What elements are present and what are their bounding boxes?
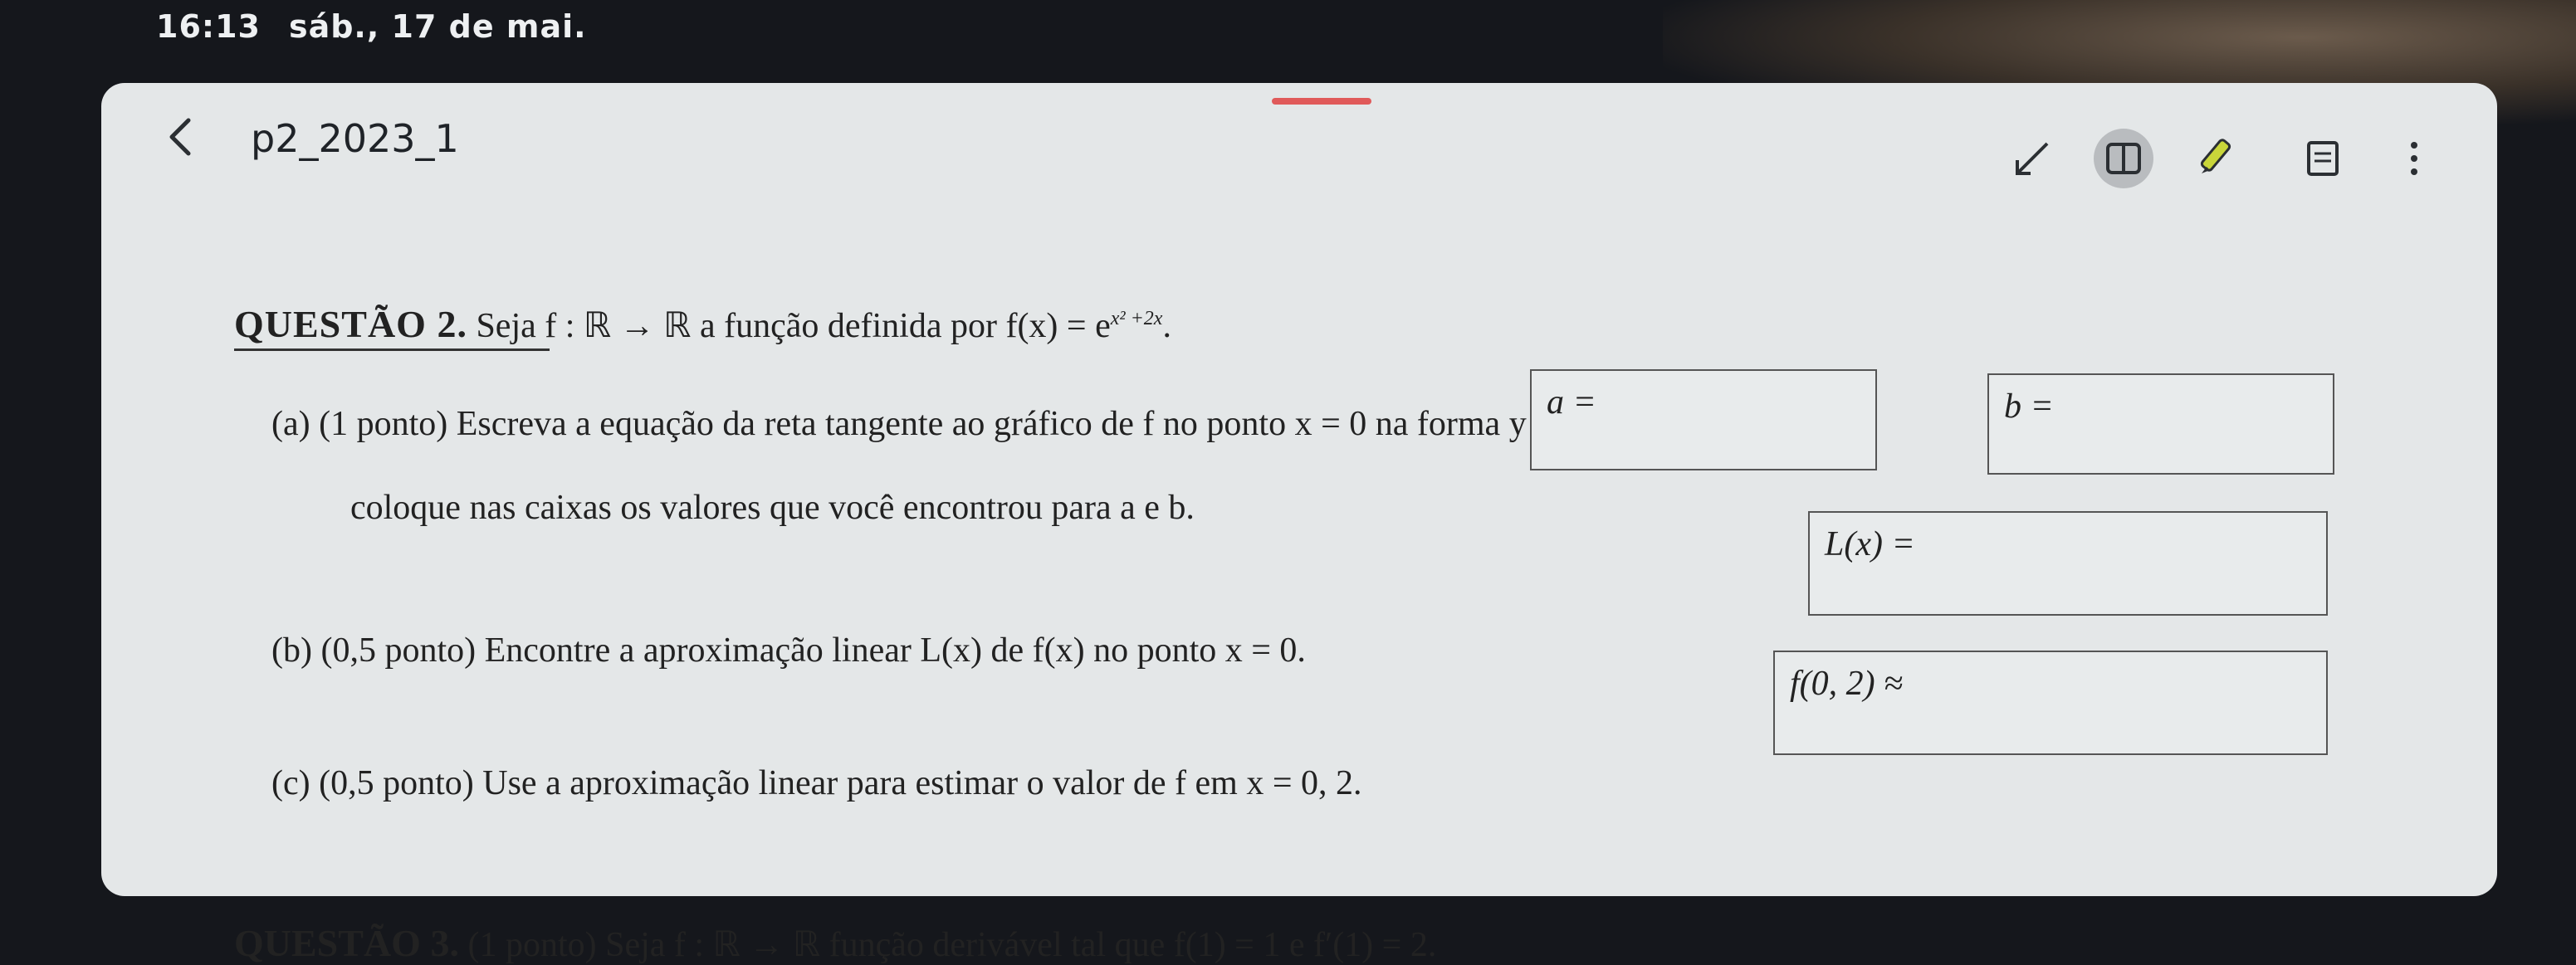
part-c-text: (c) (0,5 ponto) Use a aproximação linear… [271, 764, 1362, 802]
answer-box-b-label: b = [2004, 387, 2054, 426]
status-bar: 16:13 sáb., 17 de mai. [0, 0, 2576, 124]
question-2-label: QUESTÃO 2. [234, 303, 467, 345]
document-info-icon [2307, 141, 2339, 176]
answer-box-b[interactable]: b = [1987, 373, 2334, 475]
period: . [1162, 307, 1171, 345]
label-underline [234, 348, 550, 351]
question-3-header: QUESTÃO 3. (1 ponto) Seja f : ℝ → ℝ funç… [234, 921, 1436, 965]
question-3-text: (1 ponto) Seja f : ℝ → ℝ função deriváve… [467, 926, 1437, 964]
part-a-line-1: (a) (1 ponto) Escreva a equação da reta … [271, 405, 1675, 443]
answer-box-a-label: a = [1547, 383, 1596, 422]
expand-button[interactable] [2002, 129, 2062, 188]
expand-icon [2016, 142, 2049, 175]
answer-box-a[interactable]: a = [1530, 369, 1877, 470]
more-options-icon [2411, 142, 2417, 175]
pen-icon [2200, 139, 2231, 173]
book-view-button[interactable] [2094, 129, 2153, 188]
answer-box-linear[interactable]: L(x) = [1808, 511, 2328, 616]
answer-box-estimate[interactable]: f(0, 2) ≈ [1773, 651, 2328, 755]
book-view-icon [2106, 143, 2141, 174]
answer-box-estimate-label: f(0, 2) ≈ [1790, 665, 1904, 703]
question-2-intro: Seja f : ℝ → ℝ a função definida por f(x… [476, 307, 1111, 345]
question-2-header: QUESTÃO 2. Seja f : ℝ → ℝ a função defin… [234, 302, 1171, 351]
exponent: x² +2x [1110, 308, 1163, 329]
document-viewer: p2_2023_1 QUESTÃO 2. Seja f: ℝ → ℝ a fu… [101, 83, 2497, 964]
question-3-label: QUESTÃO 3. [234, 922, 459, 964]
more-options-button[interactable] [2384, 129, 2444, 188]
status-date: sáb., 17 de mai. [288, 8, 587, 45]
part-a-line-2: coloque nas caixas os valores que você e… [350, 489, 1195, 527]
status-clock: 16:13 sáb., 17 de mai. [156, 8, 615, 45]
back-button[interactable] [151, 108, 209, 166]
status-time: 16:13 [156, 8, 261, 45]
top-app-bar: p2_2023_1 [101, 83, 2497, 191]
answer-box-linear-label: L(x) = [1825, 525, 1915, 563]
part-b-text: (b) (0,5 ponto) Encontre a aproximação l… [271, 631, 1306, 670]
pen-button[interactable] [2185, 129, 2245, 188]
document-info-button[interactable] [2293, 129, 2353, 188]
document-title: p2_2023_1 [251, 116, 459, 161]
chevron-left-icon [169, 118, 191, 156]
